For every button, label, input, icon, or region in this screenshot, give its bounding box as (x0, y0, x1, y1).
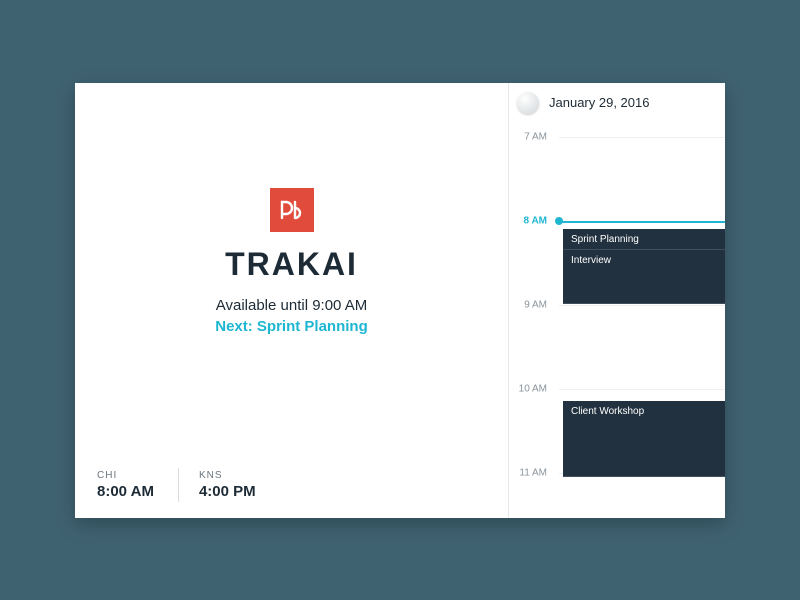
timeline[interactable]: 7 AM 8 AM 9 AM 10 AM 11 AM Sprint PlanningInt… (509, 123, 725, 518)
current-time-line (559, 221, 725, 223)
agenda-panel: January 29, 2016 7 AM 8 AM 9 AM 10 AM 11 AM S… (509, 83, 725, 518)
clock-chi: CHI 8:00 AM (97, 468, 174, 502)
db-logo-icon (278, 200, 306, 220)
clock-kns: KNS 4:00 PM (178, 468, 276, 502)
room-status-card: TRAKAI Available until 9:00 AM Next: Spr… (75, 83, 725, 518)
hour-gridline (559, 305, 725, 306)
date-header: January 29, 2016 (509, 83, 725, 123)
db-logo (270, 188, 314, 232)
current-date: January 29, 2016 (549, 95, 649, 110)
hour-label: 9 AM (509, 299, 553, 310)
hour-gridline (559, 389, 725, 390)
room-panel: TRAKAI Available until 9:00 AM Next: Spr… (75, 83, 509, 518)
clock-tz-label: KNS (199, 470, 256, 481)
clock-tz-label: CHI (97, 470, 154, 481)
hour-label: 7 AM (509, 131, 553, 142)
next-meeting-text: Next: Sprint Planning (75, 318, 508, 335)
calendar-event[interactable]: Client Workshop (563, 401, 725, 477)
hour-label: 10 AM (509, 383, 553, 394)
availability-text: Available until 9:00 AM (75, 297, 508, 314)
hour-label: 8 AM (509, 215, 553, 226)
calendar-event[interactable]: Interview (563, 250, 725, 305)
room-name: TRAKAI (75, 246, 508, 283)
calendar-event[interactable]: Sprint Planning (563, 229, 725, 250)
clock-time: 8:00 AM (97, 483, 154, 500)
current-time-dot (555, 217, 563, 225)
world-clocks: CHI 8:00 AM KNS 4:00 PM (97, 468, 280, 502)
avatar (517, 92, 539, 114)
hour-label: 11 AM (509, 467, 553, 478)
hour-gridline (559, 137, 725, 138)
room-summary: TRAKAI Available until 9:00 AM Next: Spr… (75, 188, 508, 335)
clock-time: 4:00 PM (199, 483, 256, 500)
